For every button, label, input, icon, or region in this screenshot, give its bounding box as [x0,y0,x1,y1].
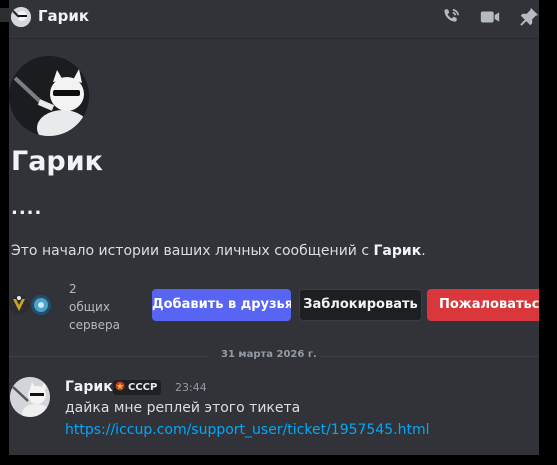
channel-header: Гарик [9,0,539,39]
dm-intro-text: Это начало истории ваших личных сообщени… [11,243,426,259]
ussr-emblem-icon [115,381,125,391]
server-tag-badge[interactable]: CCCP [113,380,162,395]
profile-username: .... [11,198,43,219]
dm-intro-suffix: . [421,243,426,259]
mutual-server-icons[interactable] [9,291,57,319]
dm-intro-name: Гарик [373,243,422,259]
message-content: дайка мне реплей этого тикета [65,400,301,416]
phone-icon[interactable] [440,6,462,28]
message-timestamp[interactable]: 23:44 [175,381,207,394]
add-friend-button[interactable]: Добавить в друзья [152,289,291,321]
window-edge-bottom [0,455,557,465]
header-username: Гарик [38,7,90,25]
message-author[interactable]: Гарик [65,379,113,395]
dm-channel-panel: Гарик Гарик .... Это начало истории ваши… [9,0,539,455]
server-tag-label: CCCP [128,382,158,393]
window-edge-left [0,0,9,465]
mutual-line-count: 2 [69,282,77,296]
message-link[interactable]: https://iccup.com/support_user/ticket/19… [65,422,430,438]
divider-line-left [9,356,209,357]
profile-display-name: Гарик [11,146,103,177]
mutual-line-unit: сервера [69,318,121,332]
report-button[interactable]: Пожаловаться на [427,289,539,321]
pin-icon[interactable] [518,6,539,28]
dm-intro-prefix: Это начало истории ваших личных сообщени… [11,243,374,259]
app-window: ы Гарик [0,0,557,465]
mutual-line-label: общих [69,300,110,314]
video-icon[interactable] [479,6,501,28]
date-divider: 31 марта 2026 г. [221,349,317,360]
mutual-servers-count[interactable]: 2 общих сервера [69,280,139,334]
divider-line-right [321,356,539,357]
block-button[interactable]: Заблокировать [299,289,422,321]
header-avatar[interactable] [11,7,31,27]
profile-avatar[interactable] [9,56,89,136]
message-avatar[interactable] [10,377,50,417]
window-edge-right [539,0,557,465]
